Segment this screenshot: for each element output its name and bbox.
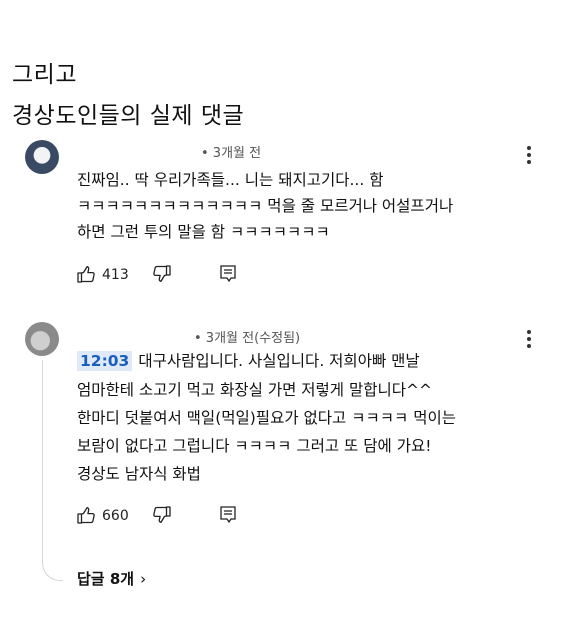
- thumbs-down-icon: [153, 506, 171, 524]
- more-options-icon[interactable]: [526, 146, 532, 164]
- reply-icon: [220, 506, 236, 524]
- thumbs-up-icon: [77, 506, 95, 524]
- comment-meta: • 3개월 전: [201, 146, 262, 161]
- chevron-right-icon: ›: [140, 570, 147, 588]
- timestamp-link[interactable]: 12:03: [77, 351, 133, 371]
- heading-title: 경상도인들의 실제 댓글: [12, 103, 245, 129]
- more-options-icon[interactable]: [526, 330, 532, 348]
- thumbs-up-icon: [77, 265, 95, 283]
- comment-text-line: 경상도 남자식 화법: [77, 465, 201, 483]
- like-count: 413: [102, 267, 129, 283]
- like-button[interactable]: [76, 264, 96, 288]
- replies-label: 답글 8개: [77, 570, 135, 588]
- thread-line: [42, 360, 63, 581]
- comment-text-line: 보람이 없다고 그럽니다 ㅋㅋㅋㅋ 그러고 또 담에 가요!: [77, 437, 432, 455]
- comment-text-line: 하면 그런 투의 말을 함 ㅋㅋㅋㅋㅋㅋㅋ: [77, 223, 330, 241]
- reply-button[interactable]: [219, 264, 237, 288]
- avatar[interactable]: [25, 322, 59, 356]
- reply-icon: [220, 265, 236, 283]
- dislike-button[interactable]: [152, 505, 172, 529]
- comment-meta: • 3개월 전(수정됨): [194, 331, 301, 346]
- comment-text-line: 진짜임.. 딱 우리가족들... 니는 돼지고기다... 함: [77, 171, 384, 189]
- like-count: 660: [102, 508, 129, 524]
- thumbs-down-icon: [153, 265, 171, 283]
- comment-text-line: 한마디 덧붙여서 맥일(먹일)필요가 없다고 ㅋㅋㅋㅋ 먹이는: [77, 409, 456, 427]
- comment-text-line: 대구사람입니다. 사실입니다. 저희아빠 맨날: [138, 352, 420, 370]
- reply-button[interactable]: [219, 505, 237, 529]
- dislike-button[interactable]: [152, 264, 172, 288]
- comment-text-line: 엄마한테 소고기 먹고 화장실 가면 저렇게 말합니다^^: [77, 381, 432, 399]
- like-button[interactable]: [76, 505, 96, 529]
- heading-intro: 그리고: [12, 62, 77, 88]
- avatar[interactable]: [25, 140, 59, 174]
- comment-text-line: ㅋㅋㅋㅋㅋㅋㅋㅋㅋㅋㅋㅋㅋ 먹을 줄 모르거나 어설프거나: [77, 197, 454, 215]
- view-replies-button[interactable]: 답글 8개 ›: [77, 568, 146, 589]
